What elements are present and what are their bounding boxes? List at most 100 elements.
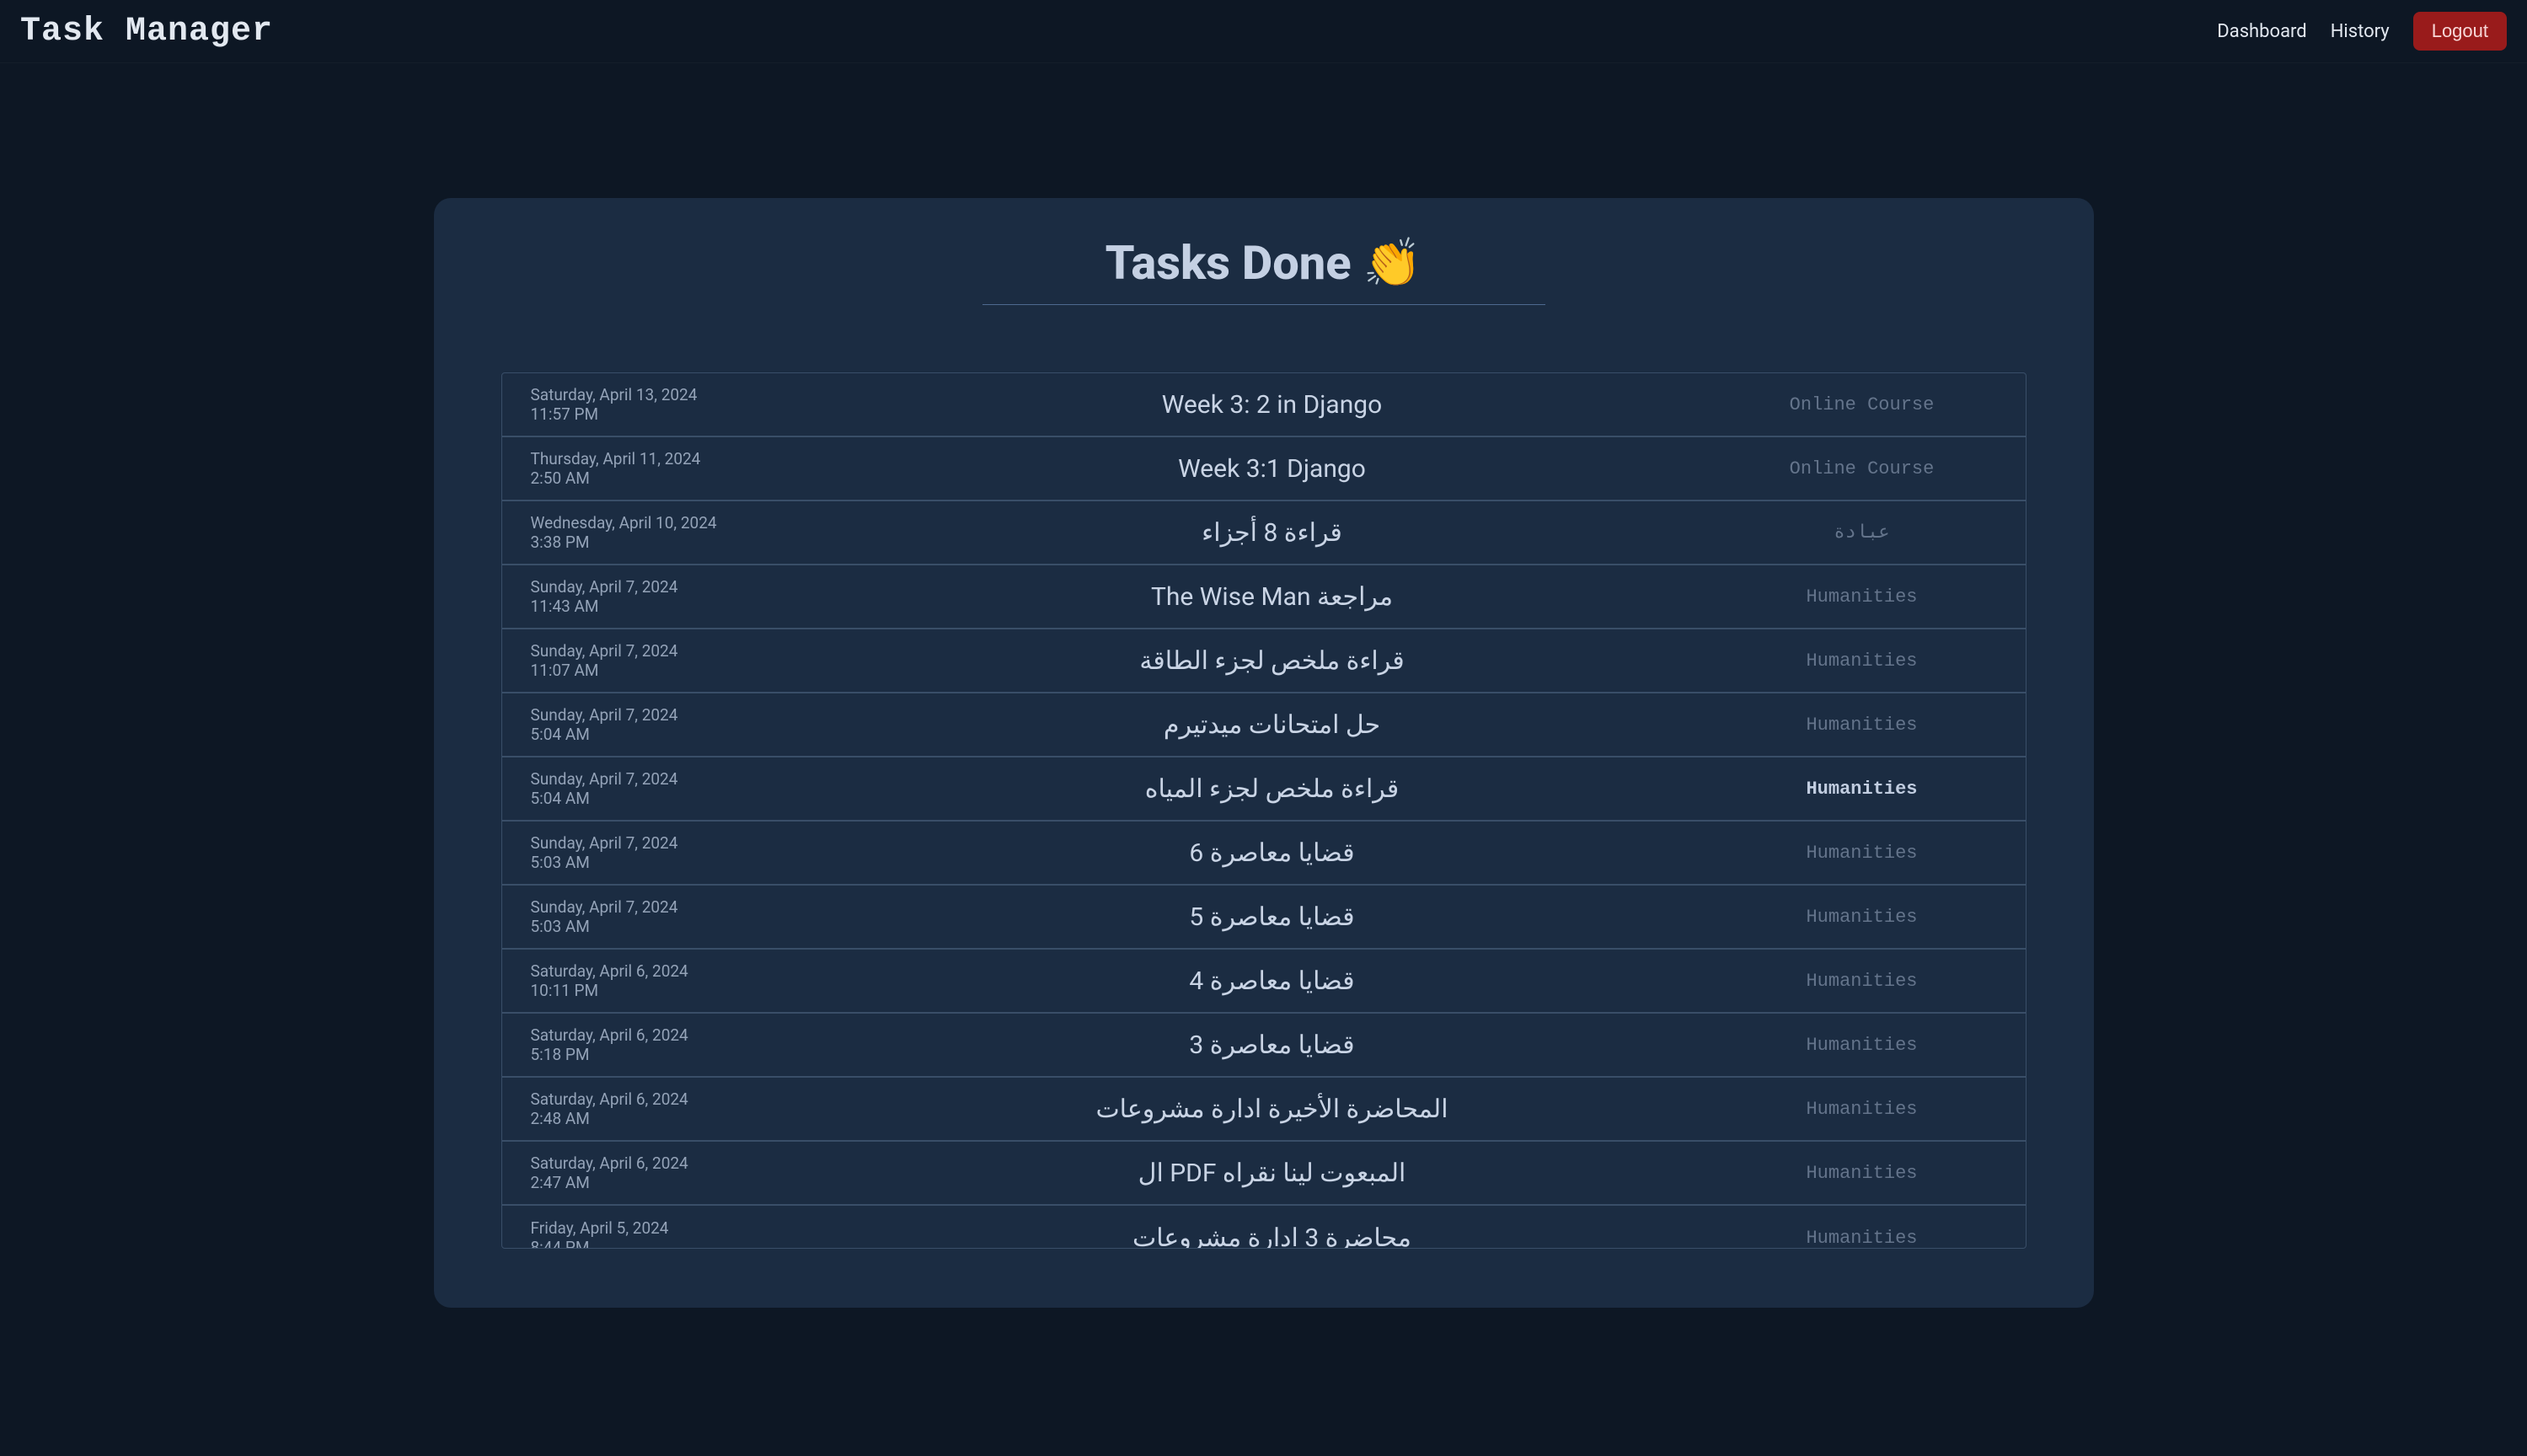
brand-title: Task Manager xyxy=(20,13,273,51)
navbar: Task Manager Dashboard History Logout xyxy=(0,0,2527,63)
task-category-col: Humanities xyxy=(1727,1099,1997,1120)
task-date: Sunday, April 7, 2024 xyxy=(531,769,817,789)
task-title-col: قراءة ملخص لجزء المياه xyxy=(817,774,1727,804)
task-category-col: عبادة xyxy=(1727,522,1997,543)
task-time: 3:38 PM xyxy=(531,533,817,552)
task-category: Humanities xyxy=(1727,971,1997,992)
task-date: Wednesday, April 10, 2024 xyxy=(531,513,817,533)
task-row[interactable]: Saturday, April 6, 202410:11 PMقضايا معا… xyxy=(502,950,2026,1014)
task-category: Humanities xyxy=(1727,843,1997,864)
task-category-col: Humanities xyxy=(1727,1035,1997,1056)
task-title-col: قضايا معاصرة 6 xyxy=(817,838,1727,868)
task-category: Online Course xyxy=(1727,394,1997,415)
task-title: قضايا معاصرة 5 xyxy=(817,902,1727,932)
nav-links: Dashboard History Logout xyxy=(2217,12,2507,51)
task-date: Sunday, April 7, 2024 xyxy=(531,577,817,597)
task-category-col: Humanities xyxy=(1727,586,1997,608)
task-row[interactable]: Saturday, April 6, 20245:18 PMقضايا معاص… xyxy=(502,1014,2026,1078)
task-row[interactable]: Friday, April 5, 20248:44 PMمحاضرة 3 ادا… xyxy=(502,1206,2026,1249)
task-date-col: Saturday, April 6, 202410:11 PM xyxy=(531,961,817,1000)
task-time: 5:03 AM xyxy=(531,917,817,936)
task-title-col: Week 3: 2 in Django xyxy=(817,390,1727,420)
task-category: Humanities xyxy=(1727,779,1997,800)
task-date: Sunday, April 7, 2024 xyxy=(531,705,817,725)
task-time: 5:18 PM xyxy=(531,1045,817,1064)
task-category: Humanities xyxy=(1727,1163,1997,1184)
task-date: Sunday, April 7, 2024 xyxy=(531,897,817,917)
task-category-col: Humanities xyxy=(1727,1163,1997,1184)
task-date: Sunday, April 7, 2024 xyxy=(531,641,817,661)
task-row[interactable]: Saturday, April 6, 20242:48 AMالمحاضرة ا… xyxy=(502,1078,2026,1142)
task-category: Humanities xyxy=(1727,650,1997,672)
task-title: حل امتحانات ميدتيرم xyxy=(817,710,1727,740)
task-category: Humanities xyxy=(1727,907,1997,928)
title-underline xyxy=(982,304,1545,305)
history-link[interactable]: History xyxy=(2331,21,2390,42)
task-category-col: Humanities xyxy=(1727,1228,1997,1249)
task-title-col: حل امتحانات ميدتيرم xyxy=(817,710,1727,740)
task-time: 5:03 AM xyxy=(531,853,817,872)
task-category-col: Humanities xyxy=(1727,779,1997,800)
task-date-col: Saturday, April 6, 20245:18 PM xyxy=(531,1025,817,1064)
task-title-col: قضايا معاصرة 3 xyxy=(817,1030,1727,1060)
task-time: 11:07 AM xyxy=(531,661,817,680)
task-date-col: Sunday, April 7, 20245:03 AM xyxy=(531,897,817,936)
task-title: قراءة 8 أجزاء xyxy=(817,518,1727,548)
task-category-col: Online Course xyxy=(1727,394,1997,415)
task-date-col: Saturday, April 6, 20242:48 AM xyxy=(531,1089,817,1128)
task-date-col: Sunday, April 7, 20245:04 AM xyxy=(531,769,817,808)
task-date-col: Saturday, April 6, 20242:47 AM xyxy=(531,1154,817,1192)
task-title: The Wise Man مراجعة xyxy=(817,582,1727,612)
task-row[interactable]: Sunday, April 7, 20245:04 AMقراءة ملخص ل… xyxy=(502,757,2026,822)
task-date-col: Wednesday, April 10, 20243:38 PM xyxy=(531,513,817,552)
task-date: Saturday, April 6, 2024 xyxy=(531,1025,817,1045)
main-container: Tasks Done 👏 Saturday, April 13, 202411:… xyxy=(417,63,2111,1375)
task-time: 5:04 AM xyxy=(531,725,817,744)
task-row[interactable]: Sunday, April 7, 20245:04 AMحل امتحانات … xyxy=(502,693,2026,757)
task-time: 10:11 PM xyxy=(531,981,817,1000)
task-title-col: ال PDF المبعوت لينا نقراه xyxy=(817,1159,1727,1188)
task-date-col: Friday, April 5, 20248:44 PM xyxy=(531,1218,817,1249)
task-title: محاضرة 3 ادارة مشروعات xyxy=(817,1223,1727,1250)
task-title: قضايا معاصرة 3 xyxy=(817,1030,1727,1060)
task-category: Humanities xyxy=(1727,1035,1997,1056)
card-title: Tasks Done 👏 xyxy=(501,235,2026,291)
task-list[interactable]: Saturday, April 13, 202411:57 PMWeek 3: … xyxy=(501,372,2026,1249)
task-title: قراءة ملخص لجزء الطاقة xyxy=(817,646,1727,676)
task-row[interactable]: Saturday, April 6, 20242:47 AMال PDF الم… xyxy=(502,1142,2026,1206)
task-row[interactable]: Sunday, April 7, 20245:03 AMقضايا معاصرة… xyxy=(502,886,2026,950)
task-category-col: Humanities xyxy=(1727,715,1997,736)
dashboard-link[interactable]: Dashboard xyxy=(2217,21,2306,42)
task-time: 2:47 AM xyxy=(531,1173,817,1192)
task-title: المحاضرة الأخيرة ادارة مشروعات xyxy=(817,1095,1727,1124)
task-category-col: Humanities xyxy=(1727,843,1997,864)
task-row[interactable]: Wednesday, April 10, 20243:38 PMقراءة 8 … xyxy=(502,501,2026,565)
logout-button[interactable]: Logout xyxy=(2413,12,2507,51)
task-title-col: المحاضرة الأخيرة ادارة مشروعات xyxy=(817,1095,1727,1124)
task-title-col: Week 3:1 Django xyxy=(817,454,1727,484)
task-time: 11:57 PM xyxy=(531,404,817,424)
task-row[interactable]: Sunday, April 7, 202411:43 AMThe Wise Ma… xyxy=(502,565,2026,629)
task-row[interactable]: Saturday, April 13, 202411:57 PMWeek 3: … xyxy=(502,373,2026,437)
task-row[interactable]: Sunday, April 7, 20245:03 AMقضايا معاصرة… xyxy=(502,822,2026,886)
task-date-col: Saturday, April 13, 202411:57 PM xyxy=(531,385,817,424)
task-time: 11:43 AM xyxy=(531,597,817,616)
task-date: Saturday, April 13, 2024 xyxy=(531,385,817,404)
task-time: 8:44 PM xyxy=(531,1238,817,1249)
task-category: Online Course xyxy=(1727,458,1997,479)
task-title-col: محاضرة 3 ادارة مشروعات xyxy=(817,1223,1727,1250)
task-date: Saturday, April 6, 2024 xyxy=(531,1089,817,1109)
task-title-col: قراءة 8 أجزاء xyxy=(817,518,1727,548)
task-date-col: Sunday, April 7, 202411:07 AM xyxy=(531,641,817,680)
task-row[interactable]: Thursday, April 11, 20242:50 AMWeek 3:1 … xyxy=(502,437,2026,501)
task-date-col: Sunday, April 7, 202411:43 AM xyxy=(531,577,817,616)
task-category: Humanities xyxy=(1727,1228,1997,1249)
task-title: قضايا معاصرة 6 xyxy=(817,838,1727,868)
task-time: 2:48 AM xyxy=(531,1109,817,1128)
task-row[interactable]: Sunday, April 7, 202411:07 AMقراءة ملخص … xyxy=(502,629,2026,693)
task-date: Sunday, April 7, 2024 xyxy=(531,833,817,853)
task-title-col: قضايا معاصرة 5 xyxy=(817,902,1727,932)
task-time: 5:04 AM xyxy=(531,789,817,808)
task-date: Saturday, April 6, 2024 xyxy=(531,1154,817,1173)
task-category-col: Humanities xyxy=(1727,650,1997,672)
